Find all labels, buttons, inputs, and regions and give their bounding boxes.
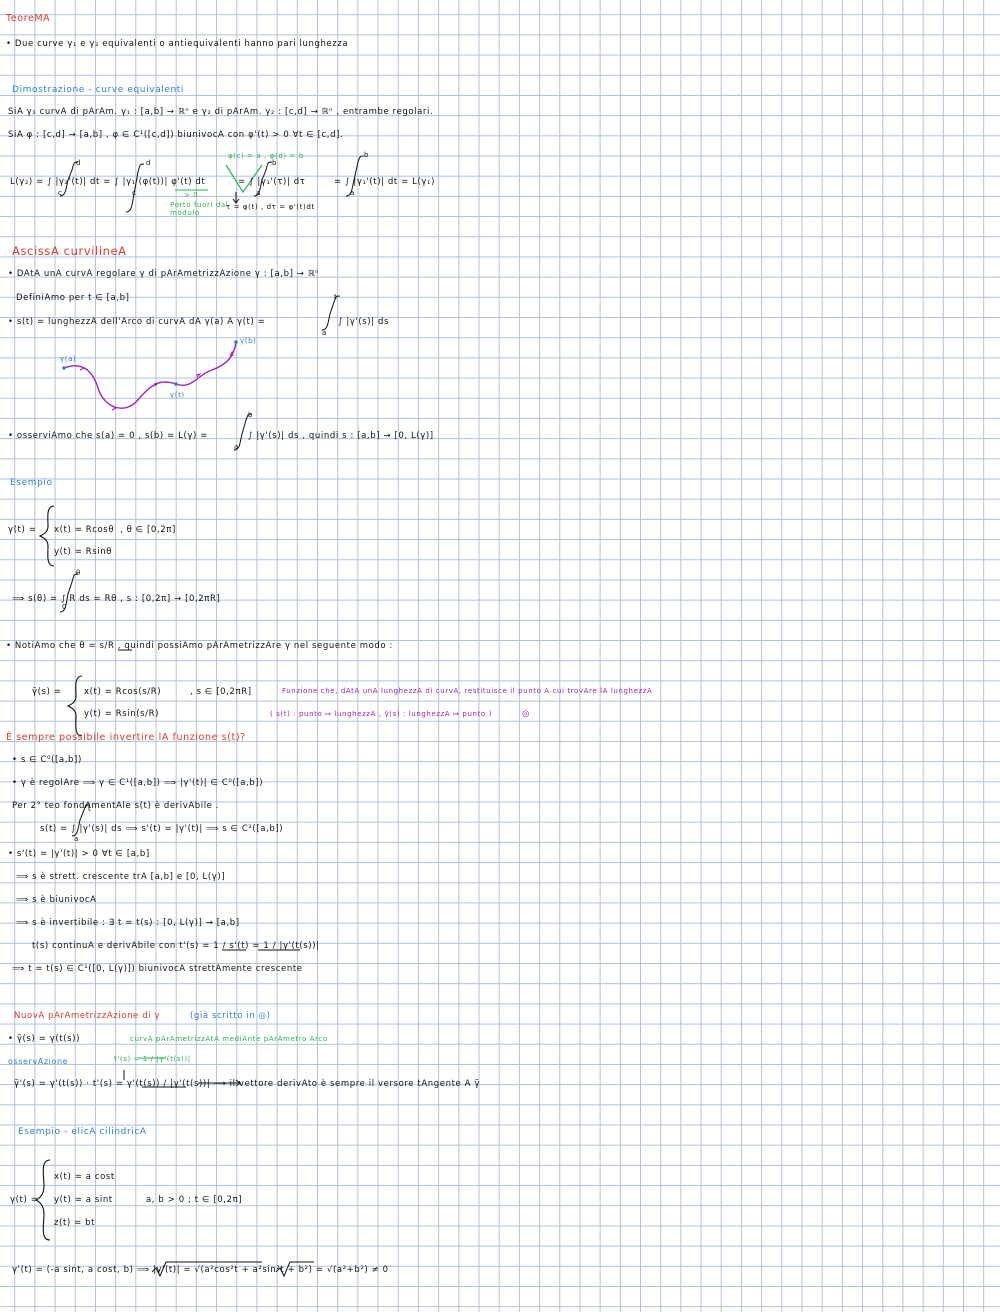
elica-y: y(t) = a sint: [54, 1195, 113, 1205]
nuova-line-1: • γ̃(s) = γ(t(s)): [8, 1034, 80, 1044]
integral-lower-bound: a: [322, 329, 327, 337]
ascissa-line-2: DefiniAmo per t ∈ [a,b]: [16, 293, 130, 303]
system-brace: [38, 505, 55, 567]
ascissa-line-4-integral: ∫ |γ'(s)| ds , quindi s : [a,b] → [0, L(…: [248, 431, 434, 441]
green-derivative-note: t'(s) = 1 / |γ'(t(s))|: [114, 1055, 191, 1063]
point-gamma-b: [234, 340, 238, 344]
integral-upper-bound: b: [272, 159, 278, 167]
invert-line-4: s(t) = ∫ |γ'(s)| ds ⟹ s'(t) = |γ'(t)| ⟹ …: [40, 824, 284, 834]
system-brace: [66, 675, 83, 737]
osservazione-label: osservAzione: [8, 1057, 69, 1066]
integral-upper-bound: t: [334, 293, 338, 301]
integral-upper-bound: θ: [76, 569, 81, 577]
section-title-esempio: Esempio: [10, 478, 53, 488]
section-title-note: (già scritto in ◎): [190, 1011, 271, 1021]
invert-line-2: • γ è regolAre ⟹ γ ∈ C¹([a,b]) ⟹ |γ'(t)|…: [12, 778, 264, 788]
proof-line-1: SiA γ₁ curvA di pArAm. γ₁ : [a,b] → ℝⁿ e…: [8, 107, 434, 117]
invert-line-1: • s ∈ C⁰([a,b]): [12, 755, 82, 765]
section-title-teorema: TeoreMA: [6, 13, 51, 24]
green-note-modulo: modulo: [170, 209, 200, 217]
curve-label-gamma-t: γ(t): [170, 391, 185, 399]
elica-conditions: a, b > 0 ; t ∈ [0,2π]: [146, 1195, 243, 1205]
point-gamma-t: [174, 382, 178, 386]
invert-line-6: ⟹ s è strett. crescente trA [a,b] e [0, …: [16, 872, 226, 882]
gamma-y-component: y(t) = Rsinθ: [54, 547, 113, 557]
green-note-gt0: > 0: [184, 191, 199, 199]
gamma-definition-lhs: γ(t) =: [8, 525, 37, 535]
section-title-elica: Esempio - elicA cilindricA: [18, 1127, 147, 1137]
tangent-derivative-line: γ̃'(s) = γ'(t(s)) · t'(s) = γ'(t(s)) / |…: [14, 1079, 480, 1089]
curve-label-gamma-b: γ(b): [240, 337, 257, 345]
elica-z: z(t) = bt: [54, 1218, 96, 1228]
gamma-x-component: x(t) = Rcosθ: [54, 525, 115, 535]
invert-line-5: • s'(t) = |γ'(t)| > 0 ∀t ∈ [a,b]: [8, 849, 150, 859]
elica-derivative: γ'(t) = (-a sint, a cost, b) ⟹ |γ'(t)| =…: [12, 1265, 389, 1275]
elica-lhs: γ(t) =: [10, 1195, 39, 1205]
gamma-tilde-lhs: γ̃(s) =: [32, 687, 62, 697]
integral-lower-bound: a: [350, 189, 355, 197]
ascissa-integral: ∫ |γ'(s)| ds: [338, 317, 390, 327]
green-note-porto-fuori: Porto fuori dal: [170, 201, 229, 209]
integral-lower-bound: a: [234, 443, 239, 451]
integral-lower-bound: a: [74, 835, 79, 843]
section-title-dimostrazione: Dimostrazione - curve equivalenti: [12, 85, 185, 95]
gamma-domain: , θ ∈ [0,2π]: [120, 525, 176, 535]
invert-line-9: t(s) continuA e derivAbile con t'(s) = 1…: [32, 941, 320, 951]
purple-note-line-1: Funzione che, dAtA unA lunghezzA di curv…: [282, 687, 653, 695]
handwritten-ink-layer: [34, 155, 365, 1278]
curve-direction-arrows: [79, 350, 234, 411]
ascissa-line-3: • s(t) = lunghezzA dell'Arco di curvA dA…: [8, 317, 266, 327]
gamma-tilde-domain: , s ∈ [0,2πR]: [190, 687, 252, 697]
proof-line-2: SiA φ : [c,d] → [a,b] , φ ∈ C¹([c,d]) bi…: [8, 130, 344, 140]
curve-label-gamma-a: γ(a): [60, 355, 77, 363]
nuova-line-1-note: curvA pArAmetrizzAtA mediAnte pArAmetro …: [130, 1035, 328, 1043]
point-gamma-a: [62, 366, 66, 370]
integral-upper-bound: t: [88, 805, 92, 813]
integral-upper-bound: b: [248, 411, 254, 419]
integral-upper-bound: b: [364, 151, 370, 159]
length-equation-left: L(γ₂) = ∫ |γ₂'(t)| dt = ∫ |γ₁'(φ(t))| φ'…: [10, 177, 206, 187]
invert-line-10: ⟹ t = t(s) ∈ C¹([0, L(γ)]) biunivocA str…: [12, 964, 303, 974]
gamma-tilde-x: x(t) = Rcos(s/R): [84, 687, 162, 697]
substitution-note: τ = φ(t) , dτ = φ'(t)dt: [226, 203, 315, 211]
gamma-tilde-y: y(t) = Rsin(s/R): [84, 709, 160, 719]
section-title-invertibility: È sempre possibile invertire lA funzione…: [6, 732, 246, 743]
elica-x: x(t) = a cost: [54, 1172, 115, 1182]
section-title-ascissa: AscissA curvilineA: [12, 244, 127, 258]
purple-reference-mark: ◎: [522, 709, 531, 719]
green-note-bounds: φ(c) = a , φ(d) = b: [228, 152, 304, 160]
integral-lower-bound: c: [58, 189, 63, 197]
purple-note-line-2: ( s(t) : punto ↦ lunghezzA , γ̃(s) : lun…: [270, 710, 492, 718]
integral-upper-bound: d: [76, 159, 82, 167]
integral-sign: [125, 163, 145, 213]
integral-upper-bound: d: [146, 159, 152, 167]
invert-line-7: ⟹ s è biunivocA: [16, 895, 97, 905]
down-arrow: [232, 192, 240, 204]
length-equation-middle: = ∫ |γ₁'(τ)| dτ: [238, 177, 306, 187]
integral-lower-bound: a: [256, 189, 261, 197]
curve-drawing: [63, 341, 237, 409]
section-title-nuova-param: NuovA pArAmetrizzAzione di γ: [14, 1011, 161, 1021]
notiamo-line: • NotiAmo che θ = s/R , quindi possiAmo …: [6, 641, 393, 651]
invert-line-8: ⟹ s è invertibile : ∃ t = t(s) : [0, L(γ…: [16, 918, 240, 928]
integral-lower-bound: c: [132, 189, 137, 197]
integral-sign: [345, 155, 365, 197]
theorem-statement: • Due curve γ₁ e γ₂ equivalenti o antieq…: [6, 39, 349, 49]
integral-lower-bound: 0: [62, 603, 68, 611]
arc-length-equation: ⟹ s(θ) = ∫ R ds = Rθ , s : [0,2π] → [0,2…: [12, 594, 221, 604]
invert-line-3: Per 2° teo fondAmentAle s(t) è derivAbil…: [12, 801, 220, 811]
length-equation-right: = ∫ |γ₁'(t)| dt = L(γ₁): [334, 177, 435, 187]
ascissa-line-1: • DAtA unA curvA regolare γ di pArAmetri…: [8, 269, 320, 279]
ascissa-line-4: • osserviAmo che s(a) = 0 , s(b) = L(γ) …: [8, 431, 208, 441]
